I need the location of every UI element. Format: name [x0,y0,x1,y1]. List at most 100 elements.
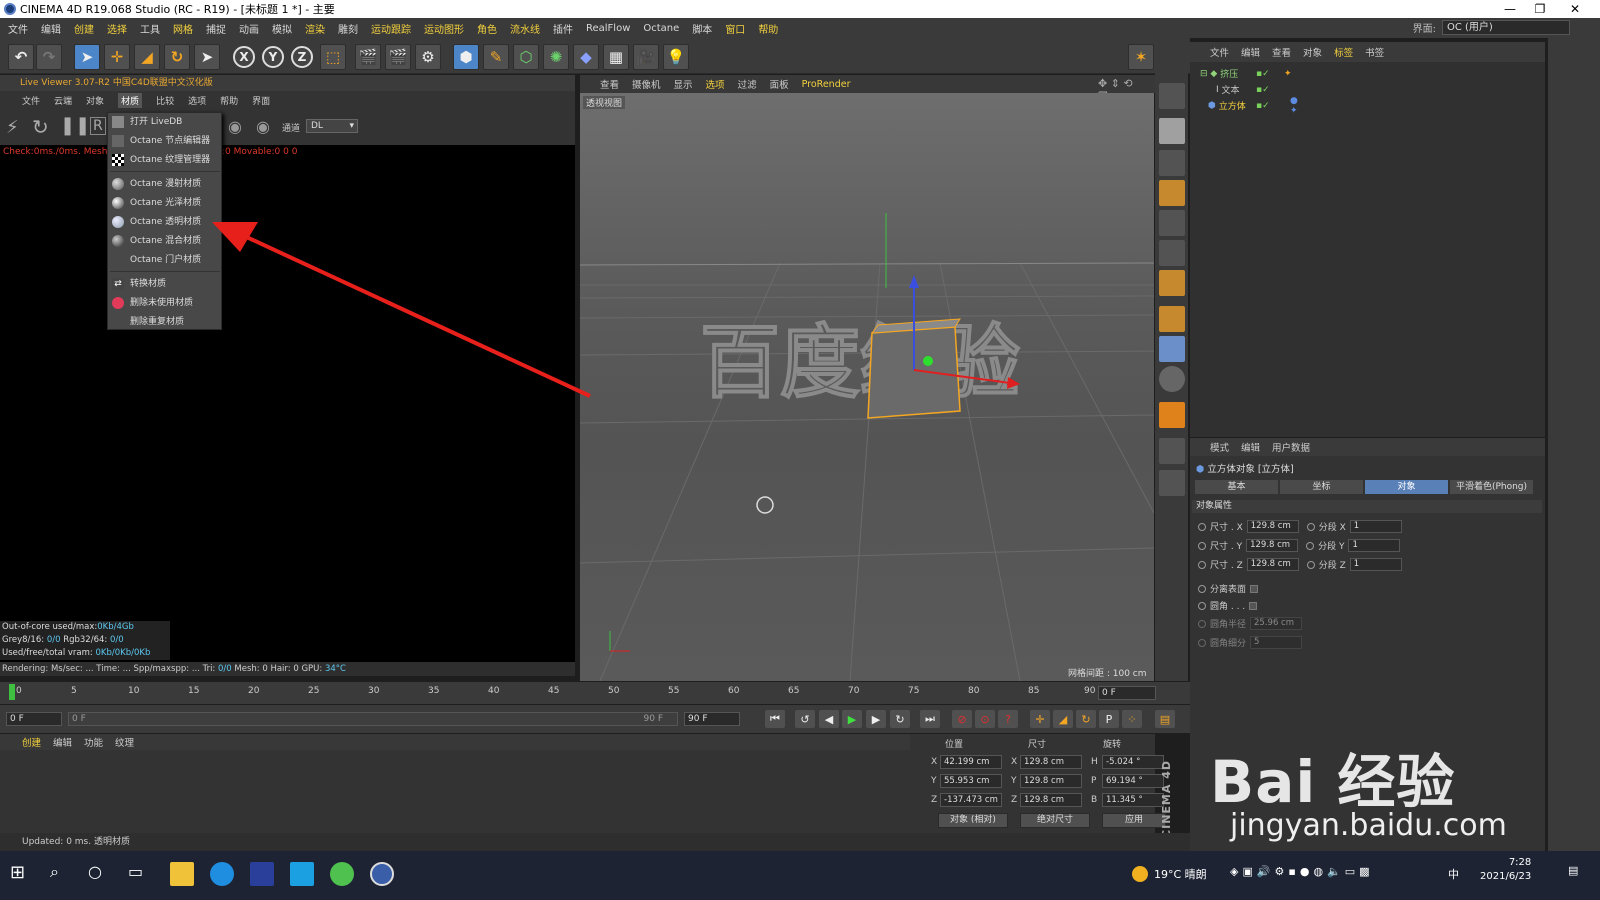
perspective-viewport[interactable]: 百度经验 [580,93,1154,681]
visibility-check[interactable]: ▪✓ [1256,85,1270,95]
coord-system-icon[interactable]: ⬚ [320,44,346,70]
vp-menu-display[interactable]: 显示 [674,77,693,91]
pos-y-field[interactable]: 55.953 cm [940,774,1002,788]
start-frame-field[interactable]: 0 F [6,712,62,726]
tweak-mode-icon[interactable] [1159,336,1185,362]
windows-start-icon[interactable]: ⊞ [10,862,34,886]
menu-render[interactable]: 渲染 [305,21,325,36]
restore-icon[interactable]: ❐ [1520,0,1560,18]
layout-dropdown[interactable]: OC (用户) [1442,20,1570,35]
rot-h-field[interactable]: -5.024 ° [1102,755,1164,769]
prev-frame-icon[interactable]: ◀ [819,710,839,728]
mat-menu-edit[interactable]: 编辑 [53,735,72,749]
menu-motion-tracking[interactable]: 运动跟踪 [371,21,411,36]
model-mode-icon[interactable] [1159,118,1185,144]
coord-mode-dropdown[interactable]: 对象 (相对) [938,813,1008,828]
fillet-subdivision-field[interactable]: 5 [1250,636,1303,649]
size-y-field[interactable]: 129.8 cm [1246,539,1299,552]
vp-menu-filter[interactable]: 过滤 [738,77,757,91]
end-frame-field[interactable]: 90 F [684,712,740,726]
cinema4d-taskbar-icon[interactable] [370,862,394,886]
key-pla-icon[interactable]: ⁘ [1122,710,1142,728]
tab-coord[interactable]: 坐标 [1280,480,1363,494]
lv-menu-file[interactable]: 文件 [22,94,40,107]
extruded-text-object[interactable]: 百度经验 [699,315,1021,410]
next-frame-icon[interactable]: ▶ [866,710,886,728]
pen-spline-icon[interactable]: ✎ [483,44,509,70]
mat-menu-function[interactable]: 功能 [84,735,103,749]
menu-realflow[interactable]: RealFlow [586,23,630,34]
redo-icon[interactable]: ↷ [36,44,62,70]
lv-menu-options[interactable]: 选项 [188,94,206,107]
object-row-text[interactable]: Ⅰ 文本 ▪✓ [1200,83,1270,97]
menu-tools[interactable]: 工具 [140,21,160,36]
cortana-icon[interactable]: ○ [88,862,112,886]
lv-menu-interface[interactable]: 界面 [252,94,270,107]
size-x-coord-field[interactable]: 129.8 cm [1020,755,1082,769]
key-param-icon[interactable]: P [1099,710,1119,728]
vp-menu-panel[interactable]: 面板 [770,77,789,91]
size-x-field[interactable]: 129.8 cm [1246,520,1299,533]
z-axis-icon[interactable]: Z [291,46,313,68]
layer-icon[interactable] [1159,438,1185,464]
subdivision-icon[interactable]: ⬡ [513,44,539,70]
lv-restart-icon[interactable]: ↻ [32,115,49,139]
lv-menu-objects[interactable]: 对象 [86,94,104,107]
fillet-checkbox[interactable] [1249,601,1258,610]
menu-animate[interactable]: 动画 [239,21,259,36]
tab-object[interactable]: 对象 [1365,480,1448,494]
undo-icon[interactable]: ↶ [8,44,34,70]
dd-open-livedb[interactable]: 打开 LiveDB [108,113,221,131]
key-position-icon[interactable]: ✛ [1030,710,1050,728]
pos-z-field[interactable]: -137.473 cm [940,793,1002,807]
material-tag-icon[interactable]: ● ✦ [1290,96,1298,116]
record-icon[interactable]: ⊘ [952,710,972,728]
am-menu-edit[interactable]: 编辑 [1241,440,1260,454]
menu-simulate[interactable]: 模拟 [272,21,292,36]
vp-menu-view[interactable]: 查看 [600,77,619,91]
edges-mode-icon[interactable] [1159,240,1185,266]
menu-snap[interactable]: 捕捉 [206,21,226,36]
lv-pick-material-icon[interactable]: ◉ [256,117,270,136]
om-menu-file[interactable]: 文件 [1210,45,1229,59]
object-row-cube[interactable]: ⬢ 立方体 ▪✓ ● ✦ [1200,96,1298,116]
vp-menu-prorender[interactable]: ProRender [802,79,851,90]
lv-pause-icon[interactable]: ❚❚ [60,115,90,136]
lv-menu-materials[interactable]: 材质 [118,92,143,108]
rot-p-field[interactable]: 69.194 ° [1102,774,1164,788]
frame-range-slider[interactable]: 0 F 90 F [68,712,678,726]
task-view-icon[interactable]: ▭ [128,862,152,886]
search-icon[interactable]: ⌕ [50,862,74,886]
tab-basic[interactable]: 基本 [1195,480,1278,494]
visibility-check[interactable]: ▪✓ [1256,101,1270,111]
render-settings-icon[interactable]: ⚙ [415,44,441,70]
key-scale-icon[interactable]: ◢ [1053,710,1073,728]
ime-indicator[interactable]: 中 [1448,866,1459,882]
cloner-icon[interactable]: ✺ [543,44,569,70]
dd-node-editor[interactable]: Octane 节点编辑器 [108,132,221,150]
go-start-icon[interactable]: ⏮ [765,710,785,728]
fillet-radius-field[interactable]: 25.96 cm [1250,617,1303,630]
menu-octane[interactable]: Octane [643,23,679,34]
axis-mode-icon[interactable] [1159,306,1185,332]
select-tool-icon[interactable]: ➤ [74,44,100,70]
om-menu-view[interactable]: 查看 [1272,45,1291,59]
separate-faces-checkbox[interactable] [1250,584,1259,593]
go-end-icon[interactable]: ⏭ [920,710,940,728]
camera-icon[interactable]: 🎥 [633,44,659,70]
notification-icon[interactable]: ▤ [1568,864,1578,877]
keyframe-selection-icon[interactable]: ? [998,710,1018,728]
edge-browser-icon[interactable] [210,862,234,886]
size-y-coord-field[interactable]: 129.8 cm [1020,774,1082,788]
lv-region-icon[interactable]: R [90,117,106,135]
next-key-icon[interactable]: ↻ [890,710,910,728]
file-explorer-icon[interactable] [170,862,194,886]
y-axis-icon[interactable]: Y [262,46,284,68]
timeline-window-icon[interactable]: ▤ [1155,710,1175,728]
pos-x-field[interactable]: 42.199 cm [940,755,1002,769]
om-menu-objects[interactable]: 对象 [1303,45,1322,59]
menu-mograph[interactable]: 运动图形 [424,21,464,36]
menu-sculpt[interactable]: 雕刻 [338,21,358,36]
tag-icon[interactable]: ✦ [1284,69,1292,79]
lv-pick-focus-icon[interactable]: ◉ [228,117,242,136]
